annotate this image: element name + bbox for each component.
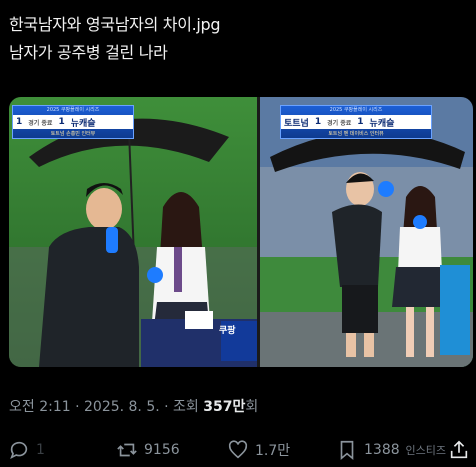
bookmark-button[interactable]: 1388 xyxy=(336,436,400,464)
retweet-icon xyxy=(117,443,137,457)
bookmark-icon xyxy=(340,440,354,461)
like-button[interactable]: 1.7만 xyxy=(227,436,290,464)
reply-icon xyxy=(10,441,28,460)
photo-right[interactable]: 2025 쿠팡플레이 시리즈 토트넘 1 경기 종료 1 뉴캐슬 토트넘 벤 데… xyxy=(260,97,473,367)
reply-button[interactable]: 1 xyxy=(8,436,45,464)
post-media[interactable]: 2025 쿠팡플레이 시리즈 1 경기 종료 1 뉴캐슬 토트넘 손흥민 인터뷰… xyxy=(9,97,473,367)
share-icon xyxy=(450,440,468,459)
watermark: 인스티즈 xyxy=(405,444,446,457)
retweet-button[interactable]: 9156 xyxy=(116,436,180,464)
sign-label: 쿠팡 xyxy=(219,326,236,336)
view-suffix: 회 xyxy=(245,399,259,415)
scorebug-left: 2025 쿠팡플레이 시리즈 1 경기 종료 1 뉴캐슬 토트넘 손흥민 인터뷰 xyxy=(12,105,134,139)
post-meta: 오전 2:11 · 2025. 8. 5. · 조회 357만회 xyxy=(9,396,258,416)
share-button[interactable] xyxy=(448,436,470,464)
timestamp: 오전 2:11 · 2025. 8. 5. · 조회 xyxy=(9,399,199,415)
post-title: 한국남자와 영국남자의 차이.jpg xyxy=(9,15,221,34)
post-subtitle: 남자가 공주병 걸린 나라 xyxy=(9,43,168,62)
view-count: 357만 xyxy=(203,399,246,415)
heart-icon xyxy=(228,440,248,459)
scorebug-right: 2025 쿠팡플레이 시리즈 토트넘 1 경기 종료 1 뉴캐슬 토트넘 벤 데… xyxy=(280,105,432,139)
photo-left[interactable]: 2025 쿠팡플레이 시리즈 1 경기 종료 1 뉴캐슬 토트넘 손흥민 인터뷰… xyxy=(9,97,257,367)
